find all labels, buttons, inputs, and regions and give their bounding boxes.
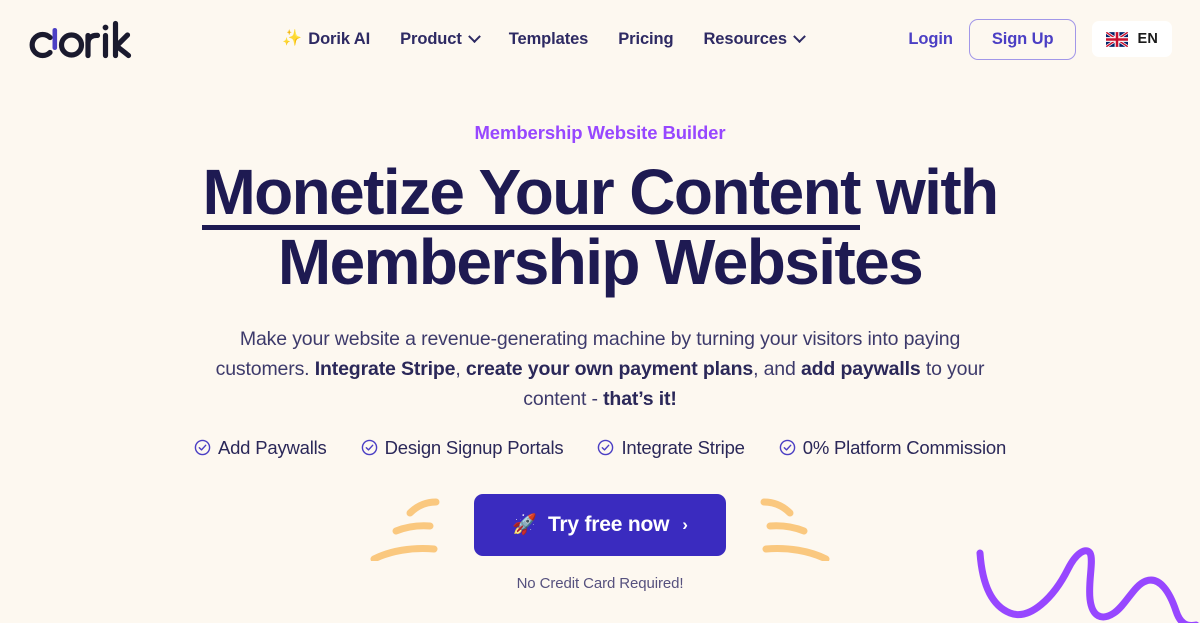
subtitle-bold4: that’s it! — [603, 388, 677, 411]
nav-item-resources[interactable]: Resources — [703, 29, 806, 49]
nav-item-label: Resources — [703, 29, 787, 48]
subtitle-bold2: create your own payment plans — [465, 357, 754, 380]
nav-item-label: Pricing — [618, 29, 674, 48]
headline-line1-rest: with — [859, 156, 999, 228]
language-code: EN — [1137, 31, 1158, 47]
hero-section: Membership Website Builder Monetize Your… — [0, 78, 1200, 592]
headline-underlined-part: Monetize Your Content — [202, 156, 861, 230]
nav-item-templates[interactable]: Templates — [509, 30, 589, 49]
cta-note: No Credit Card Required! — [516, 574, 684, 592]
nav-item-label: Product — [400, 29, 462, 48]
main-navigation: ✨ Dorik AI Product Templates Pricing Res… — [178, 30, 908, 49]
chevron-down-icon — [793, 29, 806, 43]
hero-eyebrow: Membership Website Builder — [474, 122, 726, 143]
feature-item-design-signup-portals: Design Signup Portals — [361, 437, 564, 459]
page-title: Monetize Your Content with Membership We… — [0, 156, 1200, 298]
try-free-now-button[interactable]: 🚀 Try free now › — [474, 493, 726, 556]
subtitle-bold3: add paywalls — [800, 357, 921, 380]
subtitle-part3: , and — [753, 357, 801, 380]
uk-flag-icon — [1106, 31, 1129, 47]
dorik-wordmark-logo — [29, 20, 132, 59]
check-circle-icon — [779, 439, 796, 456]
feature-item-add-paywalls: Add Paywalls — [194, 437, 327, 459]
chevron-right-icon: › — [682, 514, 688, 534]
chevron-down-icon — [467, 29, 481, 43]
cta-label: Try free now — [547, 512, 670, 536]
login-link[interactable]: Login — [908, 30, 953, 49]
hero-subtitle: Make your website a revenue-generating m… — [200, 324, 1000, 415]
signup-button[interactable]: Sign Up — [968, 18, 1077, 60]
feature-label: Integrate Stripe — [621, 436, 745, 458]
nav-item-label: Templates — [508, 29, 589, 48]
site-header: ✨ Dorik AI Product Templates Pricing Res… — [0, 0, 1200, 78]
language-selector[interactable]: EN — [1092, 21, 1172, 57]
nav-item-pricing[interactable]: Pricing — [618, 30, 673, 49]
headline-line2: Membership Websites — [277, 225, 924, 298]
dorik-logo[interactable] — [28, 19, 188, 59]
nav-item-product[interactable]: Product — [400, 29, 481, 49]
orange-motion-lines-left — [370, 498, 440, 561]
feature-label: 0% Platform Commission — [802, 436, 1007, 458]
check-circle-icon — [194, 439, 211, 456]
header-actions: Login Sign Up EN — [908, 18, 1172, 60]
feature-label: Design Signup Portals — [384, 436, 564, 458]
subtitle-part2: , — [455, 357, 466, 380]
cta-area: 🚀 Try free now › — [0, 489, 1200, 561]
nav-item-label: Dorik AI — [308, 29, 371, 48]
sparkles-icon: ✨ — [282, 30, 303, 47]
subtitle-bold1: Integrate Stripe — [314, 357, 456, 380]
nav-item-dorik-ai[interactable]: ✨ Dorik AI — [282, 30, 370, 49]
feature-list: Add Paywalls Design Signup Portals Integ… — [0, 437, 1200, 459]
feature-item-platform-commission: 0% Platform Commission — [779, 437, 1006, 459]
rocket-icon: 🚀 — [512, 513, 537, 536]
feature-label: Add Paywalls — [217, 436, 327, 458]
check-circle-icon — [598, 439, 614, 456]
feature-item-integrate-stripe: Integrate Stripe — [597, 436, 745, 459]
check-circle-icon — [361, 439, 377, 456]
orange-motion-lines-right — [760, 498, 830, 561]
